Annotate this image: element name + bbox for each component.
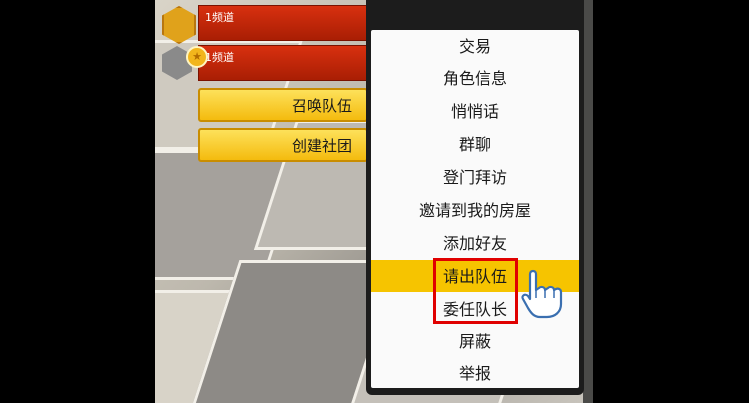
menu-item-group-chat[interactable]: 群聊 <box>371 129 579 161</box>
create-club-button[interactable]: 创建社团 <box>198 128 368 162</box>
channel-label: 1频道 <box>205 51 234 64</box>
menu-item-report[interactable]: 举报 <box>371 358 579 390</box>
channel-bar-1[interactable]: 1频道 <box>198 5 373 41</box>
medal-icon: ★ <box>186 46 208 68</box>
create-club-label: 创建社团 <box>291 136 352 155</box>
summon-team-label: 召唤队伍 <box>291 96 352 115</box>
menu-item-visit[interactable]: 登门拜访 <box>371 162 579 194</box>
menu-item-invite-house[interactable]: 邀请到我的房屋 <box>371 195 579 227</box>
channel-bar-2[interactable]: 1频道 <box>198 45 373 81</box>
menu-item-character-info[interactable]: 角色信息 <box>371 63 579 95</box>
summon-team-button[interactable]: 召唤队伍 <box>198 88 368 122</box>
annotation-box <box>433 258 518 324</box>
menu-item-trade[interactable]: 交易 <box>371 31 579 63</box>
scene-edge <box>583 0 593 403</box>
menu-item-add-friend[interactable]: 添加好友 <box>371 228 579 260</box>
pointing-hand-icon <box>521 269 563 319</box>
menu-item-block[interactable]: 屏蔽 <box>371 326 579 358</box>
channel-label: 1频道 <box>205 11 234 24</box>
menu-item-whisper[interactable]: 悄悄话 <box>371 96 579 128</box>
